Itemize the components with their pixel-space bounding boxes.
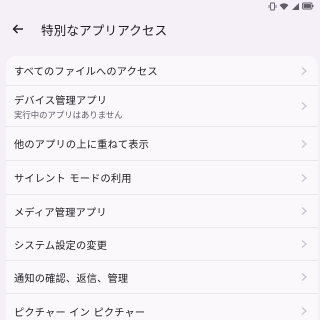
list-item-display-over-other-apps[interactable]: 他のアプリの上に重ねて表示 [6,127,318,161]
list-item-all-files-access[interactable]: すべてのファイルへのアクセス [6,56,318,86]
list-item-do-not-disturb-access[interactable]: サイレント モードの利用 [6,161,318,195]
list-item-picture-in-picture[interactable]: ピクチャー イン ピクチャー [6,294,318,320]
list-item-notification-access[interactable]: 通知の確認、返信、管理 [6,261,318,294]
settings-list: すべてのファイルへのアクセス デバイス管理アプリ 実行中のアプリはありません 他… [6,56,318,320]
back-arrow-icon [12,20,24,39]
battery-icon [302,2,314,10]
vibrate-icon [268,2,277,11]
list-item-media-management-apps[interactable]: メディア管理アプリ [6,195,318,228]
item-label: システム設定の変更 [14,240,108,252]
chevron-right-icon [301,273,307,281]
item-label: 通知の確認、返信、管理 [14,273,129,285]
back-button[interactable] [3,14,33,44]
chevron-right-icon [301,102,307,110]
screen: 特別なアプリアクセス すべてのファイルへのアクセス デバイス管理アプリ 実行中の… [0,0,320,320]
page-title: 特別なアプリアクセス [41,22,168,38]
chevron-right-icon [301,139,307,148]
chevron-right-icon [301,66,307,75]
item-label: ピクチャー イン ピクチャー [14,307,146,319]
chevron-right-icon [301,207,307,215]
item-label: サイレント モードの利用 [14,174,132,185]
chevron-right-icon [301,173,307,182]
item-label: デバイス管理アプリ [14,95,108,107]
app-bar: 特別なアプリアクセス [0,14,320,44]
chevron-right-icon [301,307,307,315]
item-subtitle: 実行中のアプリはありません [14,109,123,120]
signal-icon [291,2,300,11]
chevron-right-icon [301,240,307,248]
list-item-modify-system-settings[interactable]: システム設定の変更 [6,228,318,261]
item-label: すべてのファイルへのアクセス [14,67,158,78]
item-label: メディア管理アプリ [14,207,107,219]
list-item-device-admin-apps[interactable]: デバイス管理アプリ 実行中のアプリはありません [6,86,318,127]
wifi-icon [279,2,289,11]
status-bar [268,0,320,12]
item-label: 他のアプリの上に重ねて表示 [14,140,150,151]
